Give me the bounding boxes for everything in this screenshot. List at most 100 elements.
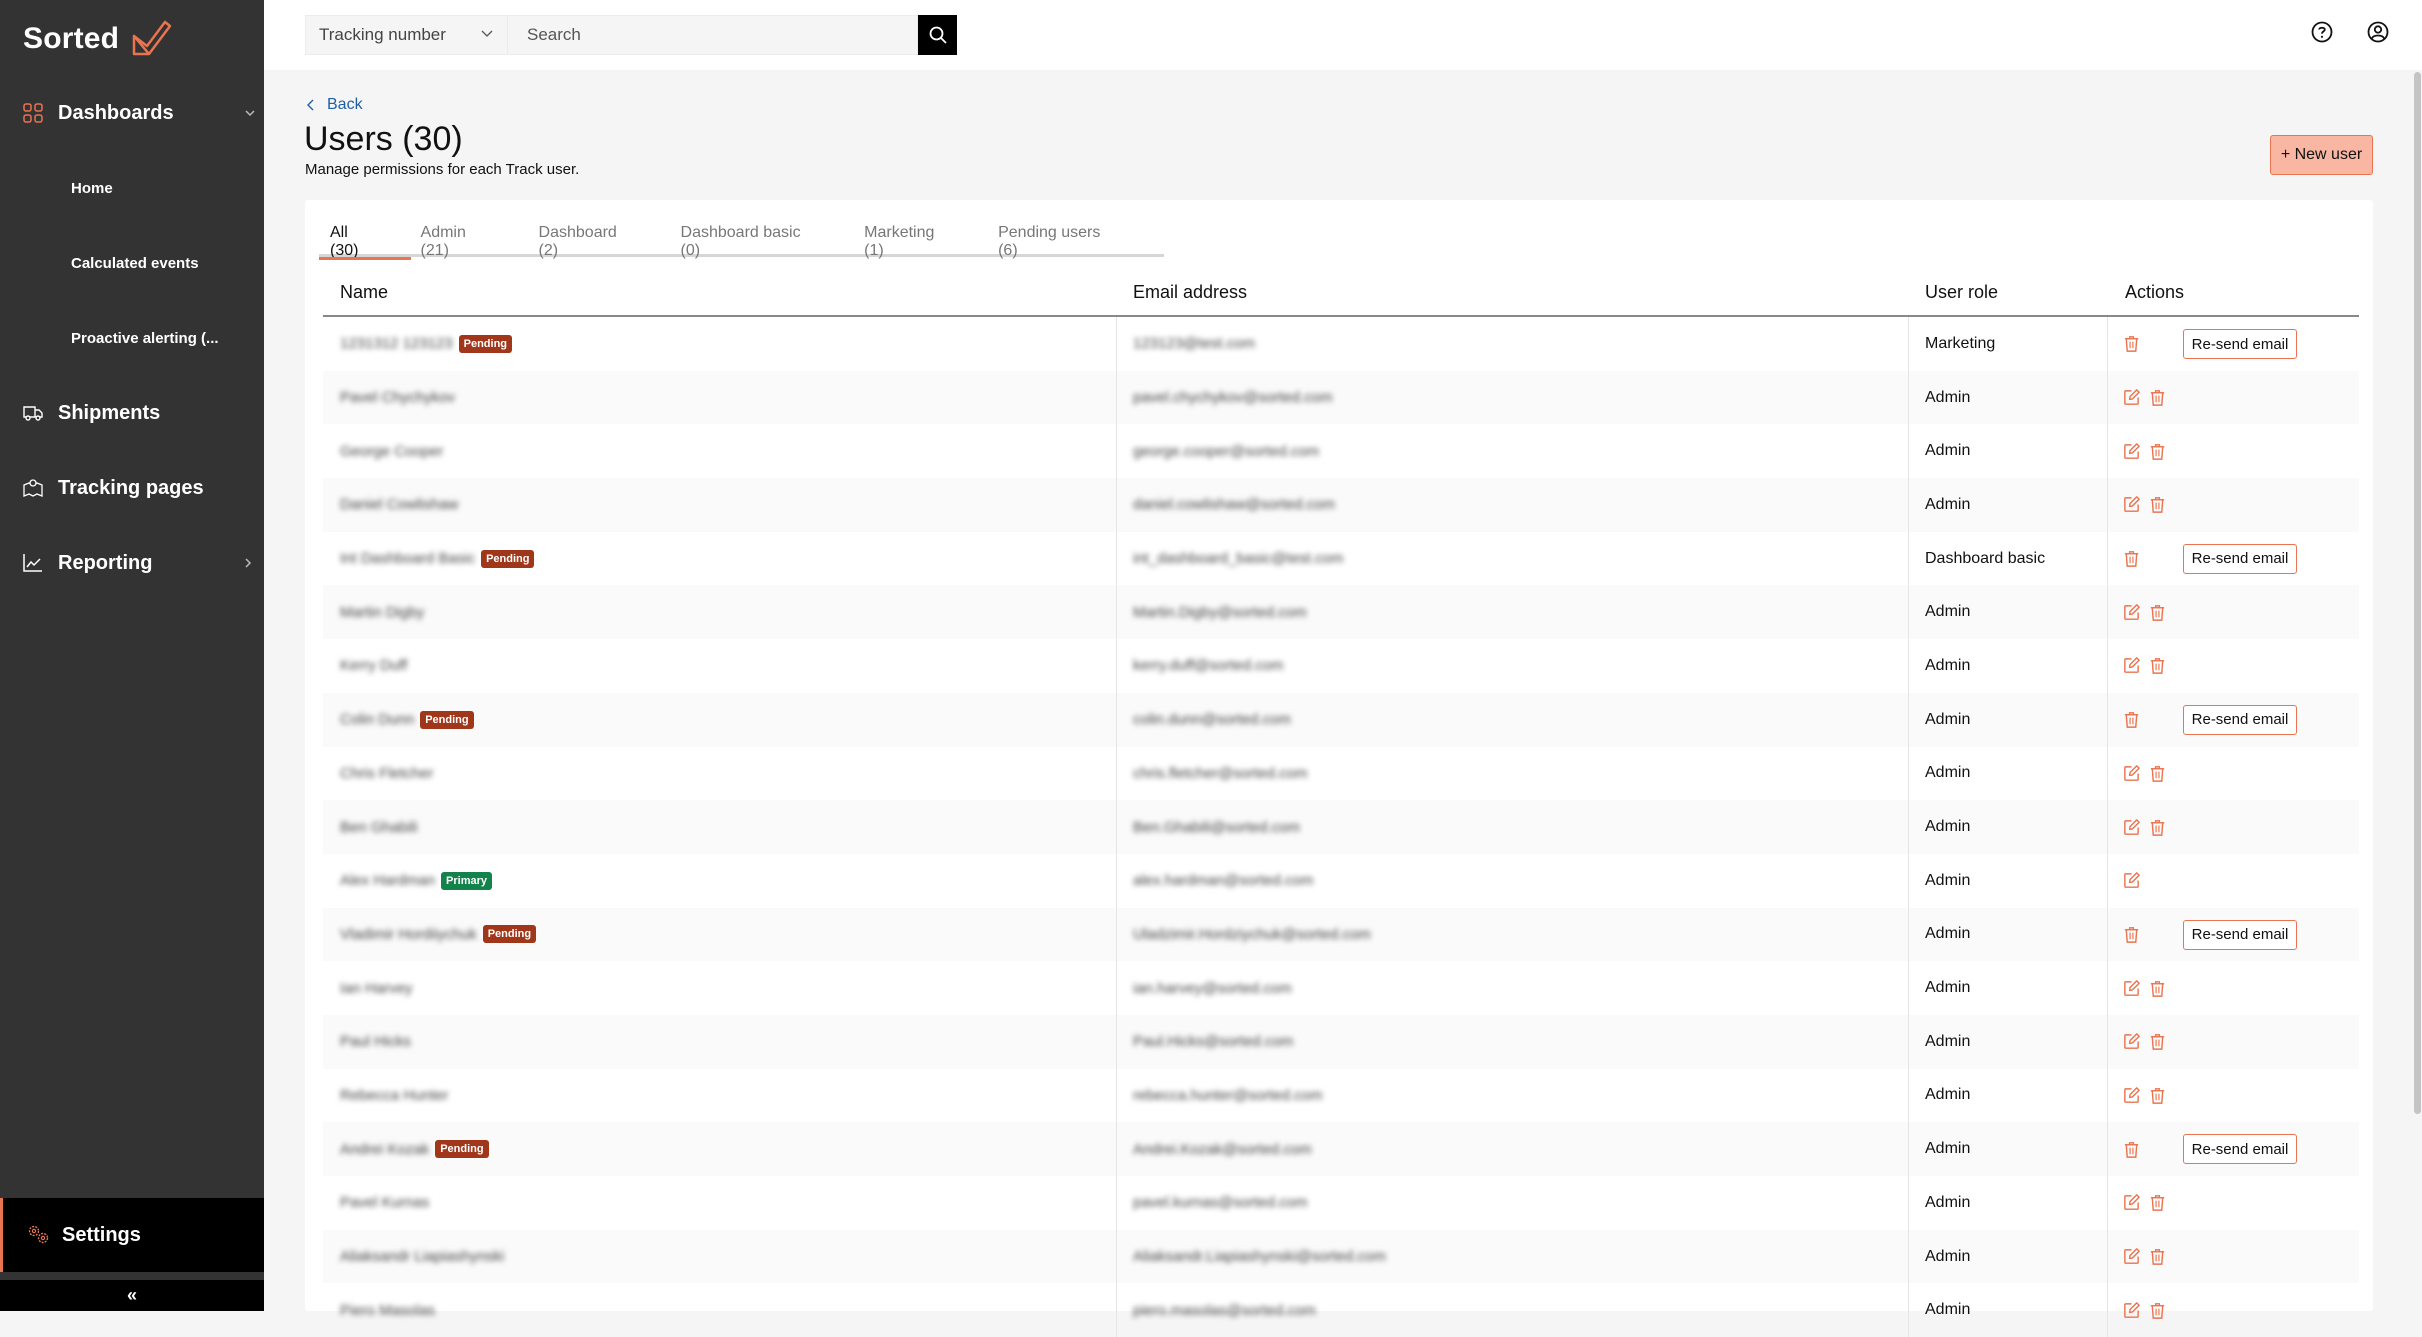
user-role: Dashboard basic — [1925, 549, 2046, 567]
sidebar-item-home[interactable]: Home — [0, 168, 264, 208]
column-header-role[interactable]: User role — [1925, 282, 1998, 303]
chevron-down-icon[interactable] — [244, 107, 256, 119]
user-role: Admin — [1925, 1032, 1971, 1050]
trash-icon[interactable] — [2122, 710, 2141, 729]
column-divider — [1908, 639, 1909, 693]
sorted-logo[interactable]: Sorted — [23, 20, 173, 58]
column-divider — [2107, 585, 2108, 640]
edit-icon[interactable] — [2122, 388, 2141, 407]
sidebar-item-reporting[interactable]: Reporting — [0, 541, 264, 585]
trash-icon[interactable] — [2148, 818, 2167, 837]
trash-icon[interactable] — [2122, 334, 2141, 353]
map-pin-icon — [23, 479, 43, 497]
sidebar-item-calculated-events[interactable]: Calculated events — [0, 243, 264, 283]
resend-email-button[interactable]: Re-send email — [2183, 543, 2297, 574]
trash-icon[interactable] — [2148, 979, 2167, 998]
column-divider — [1908, 585, 1909, 640]
user-email-cell: chris.fletcher@sorted.com — [1133, 747, 1307, 801]
column-divider — [1908, 317, 1909, 371]
user-name-cell: Ian Harvey — [340, 961, 413, 1015]
new-user-button[interactable]: + New user — [2270, 135, 2373, 175]
column-divider — [1908, 907, 1909, 962]
column-divider — [2107, 1176, 2108, 1230]
edit-icon[interactable] — [2122, 1247, 2141, 1266]
column-divider — [2107, 424, 2108, 479]
column-header-name[interactable]: Name — [340, 282, 388, 303]
row-actions — [2122, 478, 2352, 532]
trash-icon[interactable] — [2148, 1193, 2167, 1212]
sidebar-item-dashboards[interactable]: Dashboards — [0, 91, 264, 135]
sidebar-item-label: Dashboards — [58, 101, 174, 124]
edit-icon[interactable] — [2122, 495, 2141, 514]
row-actions — [2122, 1069, 2352, 1123]
user-role: Admin — [1925, 710, 1971, 728]
edit-icon[interactable] — [2122, 1086, 2141, 1105]
table-row: 1231312 123123 Pending 123123@test.com Mark… — [323, 317, 2359, 371]
sidebar-item-tracking-pages[interactable]: Tracking pages — [0, 466, 264, 510]
user-name-cell: Paul Hicks — [340, 1015, 411, 1069]
edit-icon[interactable] — [2122, 442, 2141, 461]
row-actions: Re-send email — [2122, 1122, 2352, 1176]
edit-icon[interactable] — [2122, 979, 2141, 998]
trash-icon[interactable] — [2148, 388, 2167, 407]
tab-marketing[interactable]: Marketing (1) — [864, 222, 958, 259]
tab-pending-users[interactable]: Pending users (6) — [998, 222, 1124, 259]
edit-icon[interactable] — [2122, 1301, 2141, 1320]
search-type-select[interactable]: Tracking number — [305, 15, 508, 55]
trash-icon[interactable] — [2148, 495, 2167, 514]
trash-icon[interactable] — [2122, 1140, 2141, 1159]
sidebar-item-proactive-alerting[interactable]: Proactive alerting (... — [0, 318, 264, 358]
chevron-right-icon[interactable] — [242, 557, 254, 569]
edit-icon[interactable] — [2122, 656, 2141, 675]
scrollbar-thumb[interactable] — [2414, 72, 2421, 1114]
column-divider — [2107, 1229, 2108, 1284]
search-button[interactable] — [918, 15, 957, 55]
table-row: George Cooper george.cooper@sorted.com Adm… — [323, 424, 2359, 479]
table-row: Andrei Kozak Pending Andrei.Kozak@sorted.c… — [323, 1122, 2359, 1176]
resend-email-button[interactable]: Re-send email — [2183, 704, 2297, 735]
resend-email-button[interactable]: Re-send email — [2183, 329, 2297, 359]
help-icon[interactable] — [2310, 20, 2334, 44]
trash-icon[interactable] — [2148, 656, 2167, 675]
back-link[interactable]: Back — [305, 96, 363, 114]
table-row: Martin Digby Martin.Digby@sorted.com Admin — [323, 585, 2359, 640]
trash-icon[interactable] — [2148, 1247, 2167, 1266]
trash-icon[interactable] — [2148, 1086, 2167, 1105]
trash-icon[interactable] — [2148, 1032, 2167, 1051]
tab-admin[interactable]: Admin (21) — [421, 222, 499, 259]
edit-icon[interactable] — [2122, 1193, 2141, 1212]
edit-icon[interactable] — [2122, 603, 2141, 622]
user-email-cell: pavel.kurnas@sorted.com — [1133, 1176, 1307, 1230]
resend-email-button[interactable]: Re-send email — [2183, 919, 2297, 950]
edit-icon[interactable] — [2122, 871, 2141, 890]
edit-icon[interactable] — [2122, 818, 2141, 837]
tab-dashboard-basic[interactable]: Dashboard basic (0) — [681, 222, 825, 259]
user-email: Uladzimir.Hordziychuk@sorted.com — [1133, 925, 1371, 943]
user-role: Admin — [1925, 979, 1971, 997]
resend-email-button[interactable]: Re-send email — [2183, 1134, 2297, 1165]
search-input[interactable] — [508, 15, 918, 55]
trash-icon[interactable] — [2148, 442, 2167, 461]
edit-icon[interactable] — [2122, 1032, 2141, 1051]
trash-icon[interactable] — [2122, 925, 2141, 944]
column-divider — [1116, 800, 1117, 854]
collapse-sidebar-button[interactable]: « — [0, 1280, 264, 1311]
trash-icon[interactable] — [2148, 1301, 2167, 1320]
user-email: Martin.Digby@sorted.com — [1133, 603, 1307, 621]
column-header-email[interactable]: Email address — [1133, 282, 1247, 303]
tab-dashboard[interactable]: Dashboard (2) — [539, 222, 641, 259]
user-name: Pavel Chychykov — [340, 389, 456, 407]
user-account-icon[interactable] — [2366, 20, 2390, 44]
user-name: Chris Fletcher — [340, 764, 434, 782]
trash-icon[interactable] — [2148, 764, 2167, 783]
edit-icon[interactable] — [2122, 764, 2141, 783]
user-name-cell: Chris Fletcher — [340, 747, 433, 801]
sidebar-item-shipments[interactable]: Shipments — [0, 391, 264, 435]
trash-icon[interactable] — [2148, 603, 2167, 622]
column-divider — [2107, 1122, 2108, 1176]
sidebar-item-settings[interactable]: Settings — [0, 1198, 264, 1272]
tab-all[interactable]: All (30) — [319, 222, 410, 260]
table-row: Int Dashboard Basic Pending int_dashboard_… — [323, 531, 2359, 586]
trash-icon[interactable] — [2122, 549, 2141, 568]
role-tabs: All (30) Admin (21) Dashboard (2) Dashboard… — [319, 222, 1164, 260]
